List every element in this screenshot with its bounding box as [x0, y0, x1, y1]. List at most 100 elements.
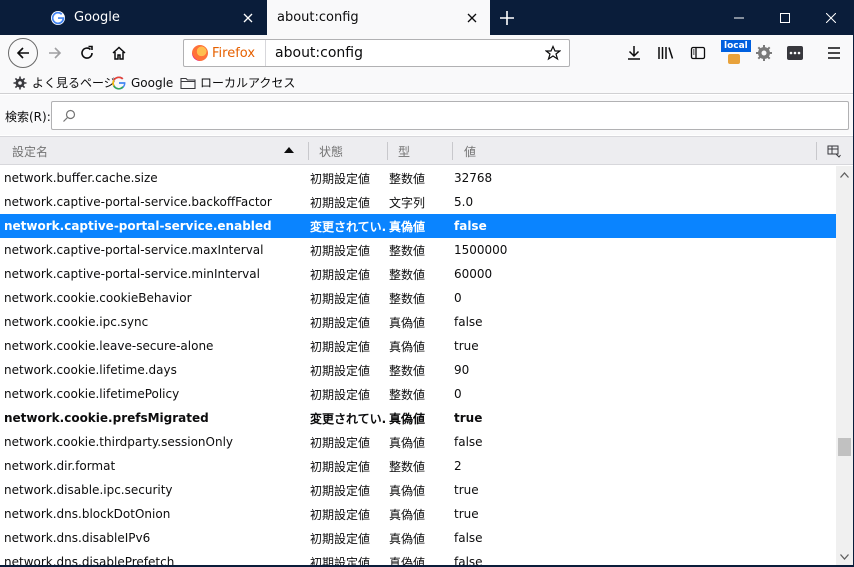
folder-icon [180, 75, 196, 91]
pref-value: true [454, 483, 479, 497]
tab-about-config[interactable]: about:config [267, 0, 490, 35]
navigation-toolbar: Firefox about:config local [0, 35, 854, 71]
url-bar[interactable]: Firefox about:config [183, 39, 570, 67]
pref-status: 変更されてい... [310, 411, 386, 426]
maximize-button[interactable] [762, 0, 808, 35]
reload-button[interactable] [72, 38, 102, 68]
pref-name: network.cookie.lifetime.days [4, 363, 177, 377]
table-row[interactable]: network.dns.disableIPv6 初期設定値 真偽値 false [0, 526, 836, 550]
pref-name: network.cookie.prefsMigrated [4, 411, 209, 425]
pref-type: 真偽値 [389, 411, 426, 426]
local-extension-button[interactable]: local [717, 38, 751, 68]
overflow-extension-icon[interactable] [780, 38, 810, 68]
pref-name: network.cookie.cookieBehavior [4, 291, 192, 305]
table-row[interactable]: network.cookie.lifetime.days 初期設定値 整数値 90 [0, 358, 836, 382]
table-row[interactable]: network.cookie.lifetimePolicy 初期設定値 整数値 0 [0, 382, 836, 406]
table-header: 設定名 状態 型 値 [0, 136, 854, 165]
bookmark-label: ローカルアクセス [200, 76, 296, 90]
tab-google[interactable]: Google [40, 0, 266, 35]
local-badge: local [721, 40, 751, 52]
pref-type: 整数値 [389, 363, 426, 378]
close-window-button[interactable] [808, 0, 854, 35]
pref-name: network.buffer.cache.size [4, 171, 158, 185]
bookmark-google[interactable]: Google [111, 73, 173, 92]
search-label: 検索(R): [5, 110, 51, 124]
pref-name: network.cookie.leave-secure-alone [4, 339, 214, 353]
scroll-up-arrow-icon[interactable] [836, 166, 853, 183]
identity-label: Firefox [212, 45, 256, 61]
pref-status: 初期設定値 [310, 483, 371, 498]
table-row[interactable]: network.captive-portal-service.backoffFa… [0, 190, 836, 214]
pref-status: 初期設定値 [310, 339, 371, 354]
identity-box[interactable]: Firefox [184, 40, 267, 66]
table-row[interactable]: network.captive-portal-service.maxInterv… [0, 238, 836, 262]
pref-type: 整数値 [389, 171, 426, 186]
gear-extension-icon[interactable] [749, 38, 779, 68]
pref-status: 初期設定値 [310, 195, 371, 210]
table-row[interactable]: network.dir.format 初期設定値 整数値 2 [0, 454, 836, 478]
table-row[interactable]: network.cookie.prefsMigrated 変更されてい...真偽値… [0, 406, 836, 430]
library-button[interactable] [651, 38, 681, 68]
table-row[interactable]: network.cookie.thirdparty.sessionOnly 初期設… [0, 430, 836, 454]
bookmark-most-visited[interactable]: よく見るページ [12, 73, 116, 92]
pref-value: true [454, 507, 479, 521]
table-row[interactable]: network.dns.blockDotOnion 初期設定値 真偽値 true [0, 502, 836, 526]
new-tab-button[interactable] [494, 5, 520, 31]
table-row[interactable]: network.buffer.cache.size 初期設定値 整数値 32768 [0, 166, 836, 190]
bookmark-label: よく見るページ [32, 76, 116, 90]
column-picker-icon[interactable] [827, 144, 841, 158]
pref-status: 初期設定値 [310, 531, 371, 546]
column-header-status[interactable]: 状態 [313, 137, 387, 165]
pref-name: network.captive-portal-service.minInterv… [4, 267, 260, 281]
pref-status: 初期設定値 [310, 387, 371, 402]
column-header-name[interactable]: 設定名 [6, 137, 306, 165]
column-label: 型 [398, 144, 411, 159]
pref-type: 整数値 [389, 267, 426, 282]
scroll-down-arrow-icon[interactable] [836, 548, 853, 565]
pref-value: false [454, 219, 487, 233]
pref-name: network.cookie.thirdparty.sessionOnly [4, 435, 234, 449]
pref-status: 初期設定値 [310, 363, 371, 378]
pref-value: false [454, 531, 483, 545]
table-row[interactable]: network.captive-portal-service.enabled 変更… [0, 214, 836, 238]
search-input[interactable] [51, 101, 849, 130]
home-button[interactable] [104, 38, 134, 68]
scrollbar-thumb[interactable] [838, 438, 851, 456]
table-row[interactable]: network.cookie.ipc.sync 初期設定値 真偽値 false [0, 310, 836, 334]
pref-type: 文字列 [389, 195, 426, 210]
bookmark-star-icon[interactable] [541, 41, 565, 65]
column-header-value[interactable]: 値 [458, 137, 808, 165]
pref-value: 5.0 [454, 195, 474, 209]
downloads-button[interactable] [619, 38, 649, 68]
table-row[interactable]: network.disable.ipc.security 初期設定値 真偽値 true [0, 478, 836, 502]
preferences-list: network.buffer.cache.size 初期設定値 整数値 32768 ne… [0, 166, 836, 565]
table-row[interactable]: network.cookie.cookieBehavior 初期設定値 整数値 0 [0, 286, 836, 310]
menu-hamburger-icon[interactable] [819, 38, 849, 68]
bookmark-label: Google [131, 75, 174, 90]
pref-type: 真偽値 [389, 531, 426, 546]
pref-type: 真偽値 [389, 483, 426, 498]
table-row[interactable]: network.cookie.leave-secure-alone 初期設定値 真偽… [0, 334, 836, 358]
column-divider[interactable] [308, 142, 309, 160]
table-row[interactable]: network.dns.disablePrefetch 初期設定値 真偽値 false [0, 550, 836, 565]
pref-name: network.cookie.ipc.sync [4, 315, 149, 329]
pref-value: 0 [454, 387, 462, 401]
column-divider[interactable] [452, 142, 453, 160]
pref-name: network.captive-portal-service.maxInterv… [4, 243, 264, 257]
forward-button[interactable] [40, 38, 70, 68]
column-divider[interactable] [387, 142, 388, 160]
table-row[interactable]: network.captive-portal-service.minInterv… [0, 262, 836, 286]
back-button[interactable] [8, 38, 38, 68]
minimize-button[interactable] [716, 0, 762, 35]
column-header-type[interactable]: 型 [392, 137, 452, 165]
url-text[interactable]: about:config [266, 45, 541, 61]
sidebar-button[interactable] [683, 38, 713, 68]
vertical-scrollbar[interactable] [836, 166, 853, 565]
pref-status: 初期設定値 [310, 243, 371, 258]
bookmark-folder-local-access[interactable]: ローカルアクセス [180, 73, 295, 92]
pref-value: false [454, 315, 483, 329]
tab-close-icon[interactable] [236, 6, 260, 30]
gear-icon [12, 75, 28, 91]
tab-close-icon[interactable] [460, 6, 484, 30]
pref-value: 90 [454, 363, 470, 377]
